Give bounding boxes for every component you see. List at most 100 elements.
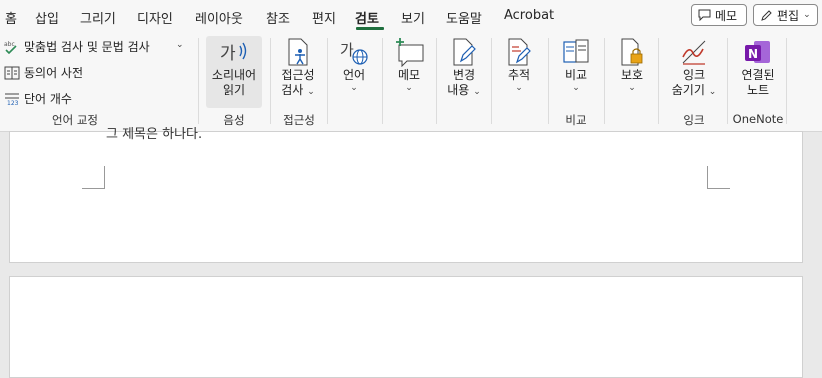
- read-aloud-icon: 가: [218, 36, 250, 68]
- protect-label: 보호: [620, 68, 644, 82]
- spelling-grammar-button[interactable]: abc 맞춤법 검사 및 문법 검사: [4, 38, 150, 55]
- chevron-down-icon: ⌄: [307, 87, 315, 97]
- document-area[interactable]: 그 제목은 하나다.: [0, 127, 822, 378]
- chevron-down-icon: ⌄: [405, 83, 413, 93]
- word-count-icon: 123: [5, 93, 19, 106]
- linked-notes-button[interactable]: N 연결된 노트: [733, 36, 783, 98]
- margin-corner-marker: [82, 166, 105, 189]
- compare-icon: [560, 36, 592, 68]
- group-divider: [198, 38, 199, 124]
- tab-references[interactable]: 참조: [266, 8, 290, 27]
- hide-ink-button[interactable]: 잉크 숨기기 ⌄: [664, 36, 724, 100]
- comments-button[interactable]: 메모: [691, 4, 747, 26]
- word-count-label: 단어 개수: [24, 92, 72, 106]
- group-divider: [327, 38, 328, 124]
- chevron-down-icon: ⌄: [628, 83, 636, 93]
- check-accessibility-button[interactable]: 접근성 검사 ⌄: [276, 36, 320, 100]
- tab-help[interactable]: 도움말: [446, 8, 482, 27]
- track-changes-label-2: 내용: [447, 83, 470, 97]
- tab-acrobat[interactable]: Acrobat: [504, 8, 554, 23]
- track-changes-label-1: 변경: [452, 68, 476, 82]
- spelling-grammar-label: 맞춤법 검사 및 문법 검사: [24, 40, 150, 54]
- ribbon: abc 맞춤법 검사 및 문법 검사 ⌄ 동의어 사전 123 단어 개수 언어…: [0, 32, 822, 132]
- tracking-label: 추적: [507, 68, 531, 82]
- chevron-down-icon: ⌄: [473, 87, 481, 97]
- language-icon: 가: [338, 36, 370, 68]
- comment-button[interactable]: 메모 ⌄: [388, 36, 430, 93]
- group-divider: [491, 38, 492, 124]
- group-divider: [548, 38, 549, 124]
- thesaurus-button[interactable]: 동의어 사전: [4, 64, 83, 81]
- chevron-down-icon: ⌄: [350, 83, 358, 93]
- accessibility-group-label: 접근성: [283, 113, 315, 127]
- thesaurus-label: 동의어 사전: [24, 66, 84, 80]
- tab-layout[interactable]: 레이아웃: [195, 8, 243, 27]
- check-accessibility-label-2: 검사: [281, 83, 304, 97]
- menu-bar: 홈 삽입 그리기 디자인 레이아웃 참조 편지 검토 보기 도움말 Acroba…: [0, 0, 822, 32]
- compare-group-label: 비교: [565, 113, 587, 127]
- compare-button[interactable]: 비교 ⌄: [555, 36, 597, 93]
- linked-notes-label-2: 노트: [746, 83, 770, 97]
- language-button[interactable]: 가 언어 ⌄: [334, 36, 374, 93]
- tab-draw[interactable]: 그리기: [80, 8, 116, 27]
- tracking-icon: [503, 36, 535, 68]
- group-divider: [786, 38, 787, 124]
- hide-ink-icon: [678, 36, 710, 68]
- partial-text-line: 그 제목은 하나다.: [106, 127, 203, 142]
- linked-notes-label-1: 연결된: [741, 68, 775, 82]
- svg-text:123: 123: [7, 100, 19, 106]
- active-tab-indicator: [356, 27, 384, 30]
- group-divider: [382, 38, 383, 124]
- onenote-group-label: OneNote: [732, 112, 784, 126]
- word-count-button[interactable]: 123 단어 개수: [4, 90, 72, 107]
- chevron-down-icon: ⌄: [515, 83, 523, 93]
- comment-label: 메모: [397, 68, 421, 82]
- tab-home[interactable]: 홈: [5, 8, 17, 27]
- check-accessibility-label-1: 접근성: [281, 68, 315, 82]
- comment-icon: [698, 9, 711, 21]
- group-divider: [270, 38, 271, 124]
- accessibility-icon: [282, 36, 314, 68]
- svg-text:가: 가: [340, 41, 354, 59]
- group-divider: [658, 38, 659, 124]
- svg-text:N: N: [748, 47, 758, 61]
- chevron-down-icon: ⌄: [708, 87, 717, 97]
- editing-mode-button[interactable]: 편집 ⌄: [753, 4, 818, 26]
- read-aloud-label-1: 소리내어: [211, 68, 257, 82]
- ink-group-label: 잉크: [683, 113, 705, 127]
- hide-ink-label-1: 잉크: [682, 68, 706, 82]
- group-divider: [436, 38, 437, 124]
- group-divider: [727, 38, 728, 124]
- margin-corner-marker: [707, 166, 730, 189]
- group-divider: [604, 38, 605, 124]
- svg-text:abc: abc: [4, 41, 15, 48]
- protect-button[interactable]: 보호 ⌄: [612, 36, 652, 93]
- tab-view[interactable]: 보기: [401, 8, 425, 27]
- chevron-down-icon: ⌄: [572, 83, 580, 93]
- tab-design[interactable]: 디자인: [137, 8, 173, 27]
- language-label: 언어: [342, 68, 366, 82]
- tab-review[interactable]: 검토: [355, 8, 379, 27]
- svg-text:가: 가: [220, 44, 236, 64]
- read-aloud-label-2: 읽기: [222, 83, 246, 97]
- hide-ink-label-2: 숨기기: [671, 83, 705, 97]
- tab-mailings[interactable]: 편지: [312, 8, 336, 27]
- track-changes-icon: [448, 36, 480, 68]
- chevron-down-icon: ⌄: [803, 10, 811, 20]
- spellcheck-icon: abc: [4, 41, 17, 54]
- track-changes-button[interactable]: 변경 내용 ⌄: [442, 36, 486, 100]
- proofing-group-label: 언어 교정: [52, 113, 98, 127]
- tab-insert[interactable]: 삽입: [35, 8, 59, 27]
- tracking-button[interactable]: 추적 ⌄: [497, 36, 541, 93]
- compare-label: 비교: [564, 68, 588, 82]
- new-comment-icon: [393, 36, 425, 68]
- chevron-down-icon[interactable]: ⌄: [176, 40, 184, 50]
- document-page[interactable]: 그 제목은 하나다.: [9, 127, 803, 263]
- protect-icon: [616, 36, 648, 68]
- speech-group-label: 음성: [223, 113, 245, 127]
- read-aloud-button[interactable]: 가 소리내어 읽기: [206, 36, 262, 108]
- editing-mode-label: 편집: [777, 8, 800, 23]
- comments-button-label: 메모: [715, 8, 738, 23]
- pencil-icon: [761, 9, 772, 21]
- onenote-icon: N: [742, 36, 774, 68]
